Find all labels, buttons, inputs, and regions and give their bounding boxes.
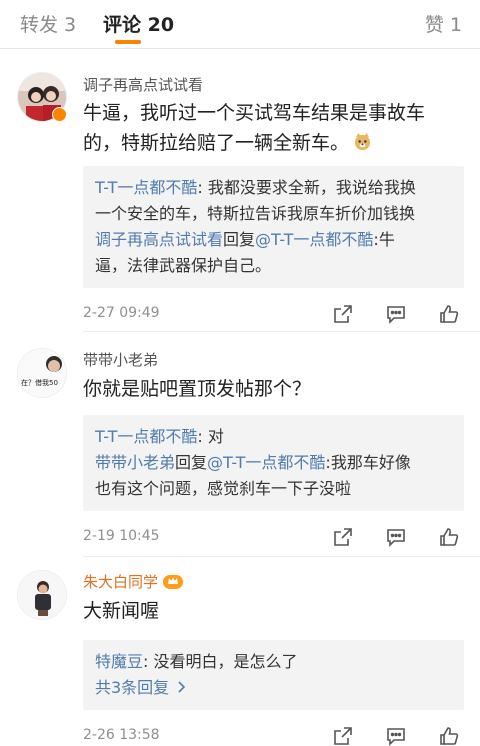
comment-username[interactable]: 调子再高点试试看 — [83, 74, 203, 95]
share-icon[interactable] — [332, 725, 354, 746]
comment-username[interactable]: 带带小老弟 — [83, 349, 158, 370]
reply-mention[interactable]: @T-T一点都不酷 — [255, 230, 373, 249]
avatar[interactable]: 在？借我50 — [17, 348, 67, 398]
reply-box[interactable]: T-T一点都不酷: 对 带带小老弟回复@T-T一点都不酷:我那车好像 也有这个问… — [83, 415, 464, 511]
reply-username[interactable]: T-T一点都不酷 — [95, 427, 197, 446]
comment-content: 大新闻喔 — [83, 600, 160, 622]
tab-bar: 转发 3 评论 20 赞 1 — [0, 0, 480, 49]
reply-word: 回复 — [223, 230, 256, 249]
reply-item: 特魔豆: 没看明白，是怎么了 — [95, 649, 452, 675]
reply-item: 带带小老弟回复@T-T一点都不酷:我那车好像 — [95, 450, 452, 476]
like-icon[interactable] — [438, 526, 460, 548]
reply-text: 也有这个问题，感觉刹车一下子没啦 — [95, 479, 352, 498]
tab-repost[interactable]: 转发 3 — [20, 10, 76, 37]
comment-content: 牛逼，我听过一个买试驾车结果是事故车 的，特斯拉给赔了一辆全新车。 — [83, 98, 468, 158]
avatar-caption: 在？借我50 — [21, 379, 58, 387]
reply-box[interactable]: 特魔豆: 没看明白，是怎么了 共3条回复 — [83, 640, 464, 710]
comment-icon[interactable] — [385, 725, 407, 746]
reply-text: :牛 — [373, 230, 395, 249]
comment-divider — [83, 556, 480, 557]
comment-content-text: 的，特斯拉给赔了一辆全新车。 — [83, 132, 350, 154]
like-icon[interactable] — [438, 725, 460, 746]
comment-content: 你就是贴吧置顶发帖那个？ — [83, 378, 312, 400]
comment-timestamp: 2-26 13:58 — [83, 727, 160, 743]
reply-text: 一个安全的车，特斯拉告诉我原车折价加钱换 — [95, 204, 416, 223]
comment-item: 朱大白同学 大新闻喔 特魔豆: 没看明白，是怎么了 共3条回复 2-26 13:… — [0, 558, 480, 746]
share-icon[interactable] — [332, 303, 354, 325]
comment-divider — [83, 331, 480, 332]
reply-text: : 对 — [197, 427, 224, 446]
reply-text: 逼，法律武器保护自己。 — [95, 256, 272, 275]
tab-likes[interactable]: 赞 1 — [425, 10, 462, 37]
doge-icon — [354, 132, 371, 151]
comment-username-text: 朱大白同学 — [83, 573, 159, 591]
active-tab-indicator — [115, 40, 141, 44]
comment-actions — [332, 725, 462, 746]
reply-text: :我那车好像 — [325, 453, 411, 472]
comment-item: 在？借我50 带带小老弟 你就是贴吧置顶发帖那个？ T-T一点都不酷: 对 带带… — [0, 333, 480, 557]
comment-item: 调子再高点试试看 牛逼，我听过一个买试驾车结果是事故车 的，特斯拉给赔了一辆全新… — [0, 60, 480, 332]
reply-text: : 我都没要求全新，我说给我换 — [197, 178, 416, 197]
avatar[interactable] — [17, 570, 67, 620]
comment-icon[interactable] — [385, 303, 407, 325]
comment-timestamp: 2-27 09:49 — [83, 305, 160, 321]
reply-username[interactable]: 特魔豆 — [95, 652, 143, 671]
share-icon[interactable] — [332, 526, 354, 548]
reply-item: T-T一点都不酷: 我都没要求全新，我说给我换 — [95, 175, 452, 201]
comment-content-line: 牛逼，我听过一个买试驾车结果是事故车 — [83, 102, 426, 124]
vip-crown-icon — [163, 575, 184, 589]
reply-username[interactable]: 带带小老弟 — [95, 453, 175, 472]
reply-item: T-T一点都不酷: 对 — [95, 424, 452, 450]
like-icon[interactable] — [438, 303, 460, 325]
tab-bar-divider — [0, 48, 480, 49]
tab-comments[interactable]: 评论 20 — [103, 10, 174, 37]
reply-username[interactable]: T-T一点都不酷 — [95, 178, 197, 197]
comment-icon[interactable] — [385, 526, 407, 548]
reply-item: 调子再高点试试看回复@T-T一点都不酷:牛 — [95, 227, 452, 253]
view-more-replies-link[interactable]: 共3条回复 — [95, 675, 452, 701]
comment-actions — [332, 303, 462, 325]
view-more-replies-label: 共3条回复 — [95, 678, 170, 697]
comment-actions — [332, 526, 462, 548]
chevron-right-icon — [178, 681, 186, 693]
comment-content-line: 的，特斯拉给赔了一辆全新车。 — [83, 128, 468, 158]
reply-text: : 没看明白，是怎么了 — [143, 652, 298, 671]
reply-word: 回复 — [175, 453, 208, 472]
comment-timestamp: 2-19 10:45 — [83, 528, 160, 544]
reply-mention[interactable]: @T-T一点都不酷 — [207, 453, 325, 472]
reply-username[interactable]: 调子再高点试试看 — [95, 230, 223, 249]
comment-username[interactable]: 朱大白同学 — [83, 571, 184, 592]
verified-badge-icon — [52, 107, 67, 122]
reply-box[interactable]: T-T一点都不酷: 我都没要求全新，我说给我换 一个安全的车，特斯拉告诉我原车折… — [83, 166, 464, 288]
